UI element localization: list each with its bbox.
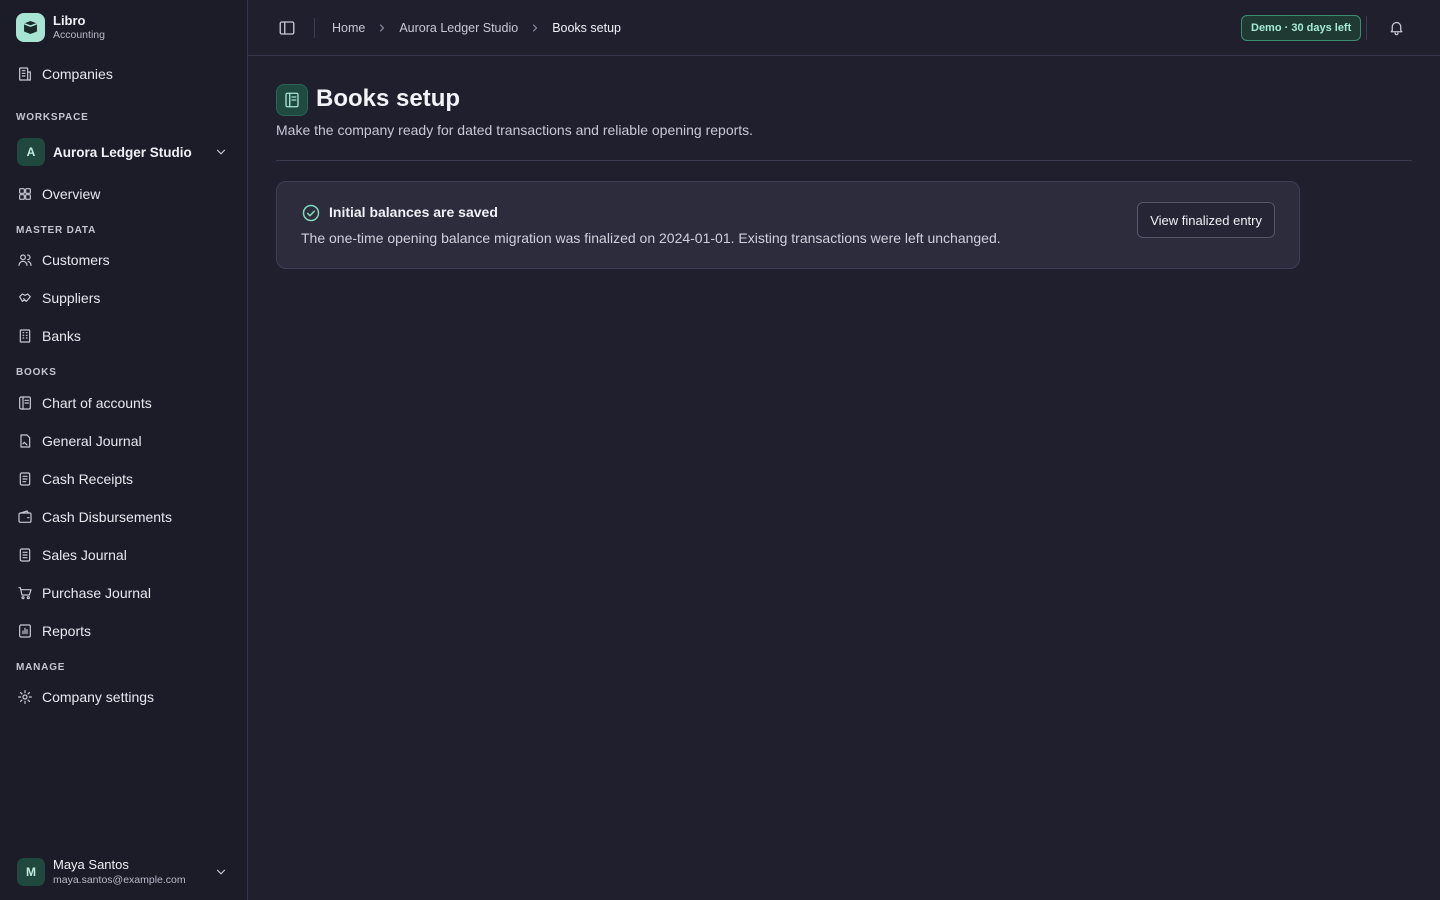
journal-icon [20,434,31,448]
topbar: Home Aurora Ledger Studio Books setup De… [248,0,1440,56]
sidebar-item-general-journal[interactable]: General Journal [8,425,238,457]
sidebar-item-label: Overview [42,186,101,202]
sidebar-item-reports[interactable]: Reports [8,615,238,647]
breadcrumb: Home Aurora Ledger Studio Books setup [332,19,621,37]
user-menu[interactable]: M Maya Santos maya.santos@example.com [8,854,238,890]
divider [276,160,1412,161]
sidebar-item-companies[interactable]: Companies [8,58,238,90]
workspace-avatar: A [17,138,45,166]
status-card: Initial balances are saved The one-time … [276,181,1300,269]
sidebar-item-label: Chart of accounts [42,395,152,411]
status-card-title: Initial balances are saved [329,204,498,220]
user-email: maya.santos@example.com [53,874,186,886]
sidebar-item-label: Company settings [42,689,155,705]
bank-icon [19,329,31,343]
sidebar-item-banks[interactable]: Banks [8,320,238,352]
sidebar-item-suppliers[interactable]: Suppliers [8,282,238,314]
bell-icon[interactable] [1388,19,1405,36]
building-icon [19,67,31,81]
sidebar-item-cash-disbursements[interactable]: Cash Disbursements [8,501,238,533]
section-label-manage: MANAGE [16,662,66,673]
sidebar-item-label: Suppliers [42,290,101,306]
chevron-down-icon [216,869,226,875]
sidebar-item-label: Sales Journal [42,547,127,563]
wallet-icon [18,510,32,523]
page-title: Books setup [316,85,461,112]
sidebar-item-overview[interactable]: Overview [8,178,238,210]
status-card-text: The one-time opening balance migration w… [301,230,1001,246]
sidebar-item-sales-journal[interactable]: Sales Journal [8,539,238,571]
avatar: M [17,858,45,886]
sidebar-item-label: Customers [42,252,110,268]
sidebar-item-label: Purchase Journal [42,585,151,601]
sidebar-item-label: Reports [42,623,92,639]
ledger-icon [19,396,31,410]
sidebar-item-label: Banks [42,328,81,344]
sidebar-item-company-settings[interactable]: Company settings [8,681,238,713]
brand-logo-icon [16,13,45,42]
chevron-right-icon [380,24,385,32]
ledger-icon [276,84,308,116]
sidebar-item-chart-of-accounts[interactable]: Chart of accounts [8,387,238,419]
workspace-name: Aurora Ledger Studio [53,144,192,160]
sidebar: Libro Accounting Companies WORKSPACE A A… [0,0,248,900]
sidebar-item-customers[interactable]: Customers [8,244,238,276]
breadcrumb-home[interactable]: Home [332,21,365,35]
brand-name: Libro [53,13,86,28]
breadcrumb-current: Books setup [552,21,621,35]
workspace-switcher[interactable]: A Aurora Ledger Studio [8,136,238,168]
sidebar-item-purchase-journal[interactable]: Purchase Journal [8,577,238,609]
handshake-icon [19,293,31,302]
sidebar-item-cash-receipts[interactable]: Cash Receipts [8,463,238,495]
sidebar-item-label: Companies [42,66,113,82]
view-finalized-entry-button[interactable]: View finalized entry [1137,202,1275,238]
chevron-right-icon [533,24,538,32]
divider [1366,16,1367,40]
section-label-books: BOOKS [16,367,57,378]
sidebar-item-label: Cash Disbursements [42,509,172,525]
chart-icon [19,624,31,638]
gear-icon [18,690,32,704]
user-name: Maya Santos [53,857,129,872]
brand[interactable]: Libro Accounting [16,13,105,42]
divider [314,18,315,38]
breadcrumb-company[interactable]: Aurora Ledger Studio [399,21,518,35]
list-icon [19,548,31,562]
page-subtitle: Make the company ready for dated transac… [276,122,754,138]
users-icon [18,254,32,266]
demo-badge: Demo · 30 days left [1241,15,1362,41]
cart-icon [18,587,32,600]
receipt-icon [19,472,31,486]
brand-subtitle: Accounting [53,29,105,41]
sidebar-toggle-icon[interactable] [278,19,296,37]
sidebar-item-label: Cash Receipts [42,471,134,487]
grid-icon [19,188,31,200]
sidebar-item-label: General Journal [42,433,142,449]
check-circle-icon [302,204,320,222]
chevron-down-icon [216,149,226,155]
section-label-workspace: WORKSPACE [16,112,89,123]
section-label-master-data: MASTER DATA [16,225,97,236]
